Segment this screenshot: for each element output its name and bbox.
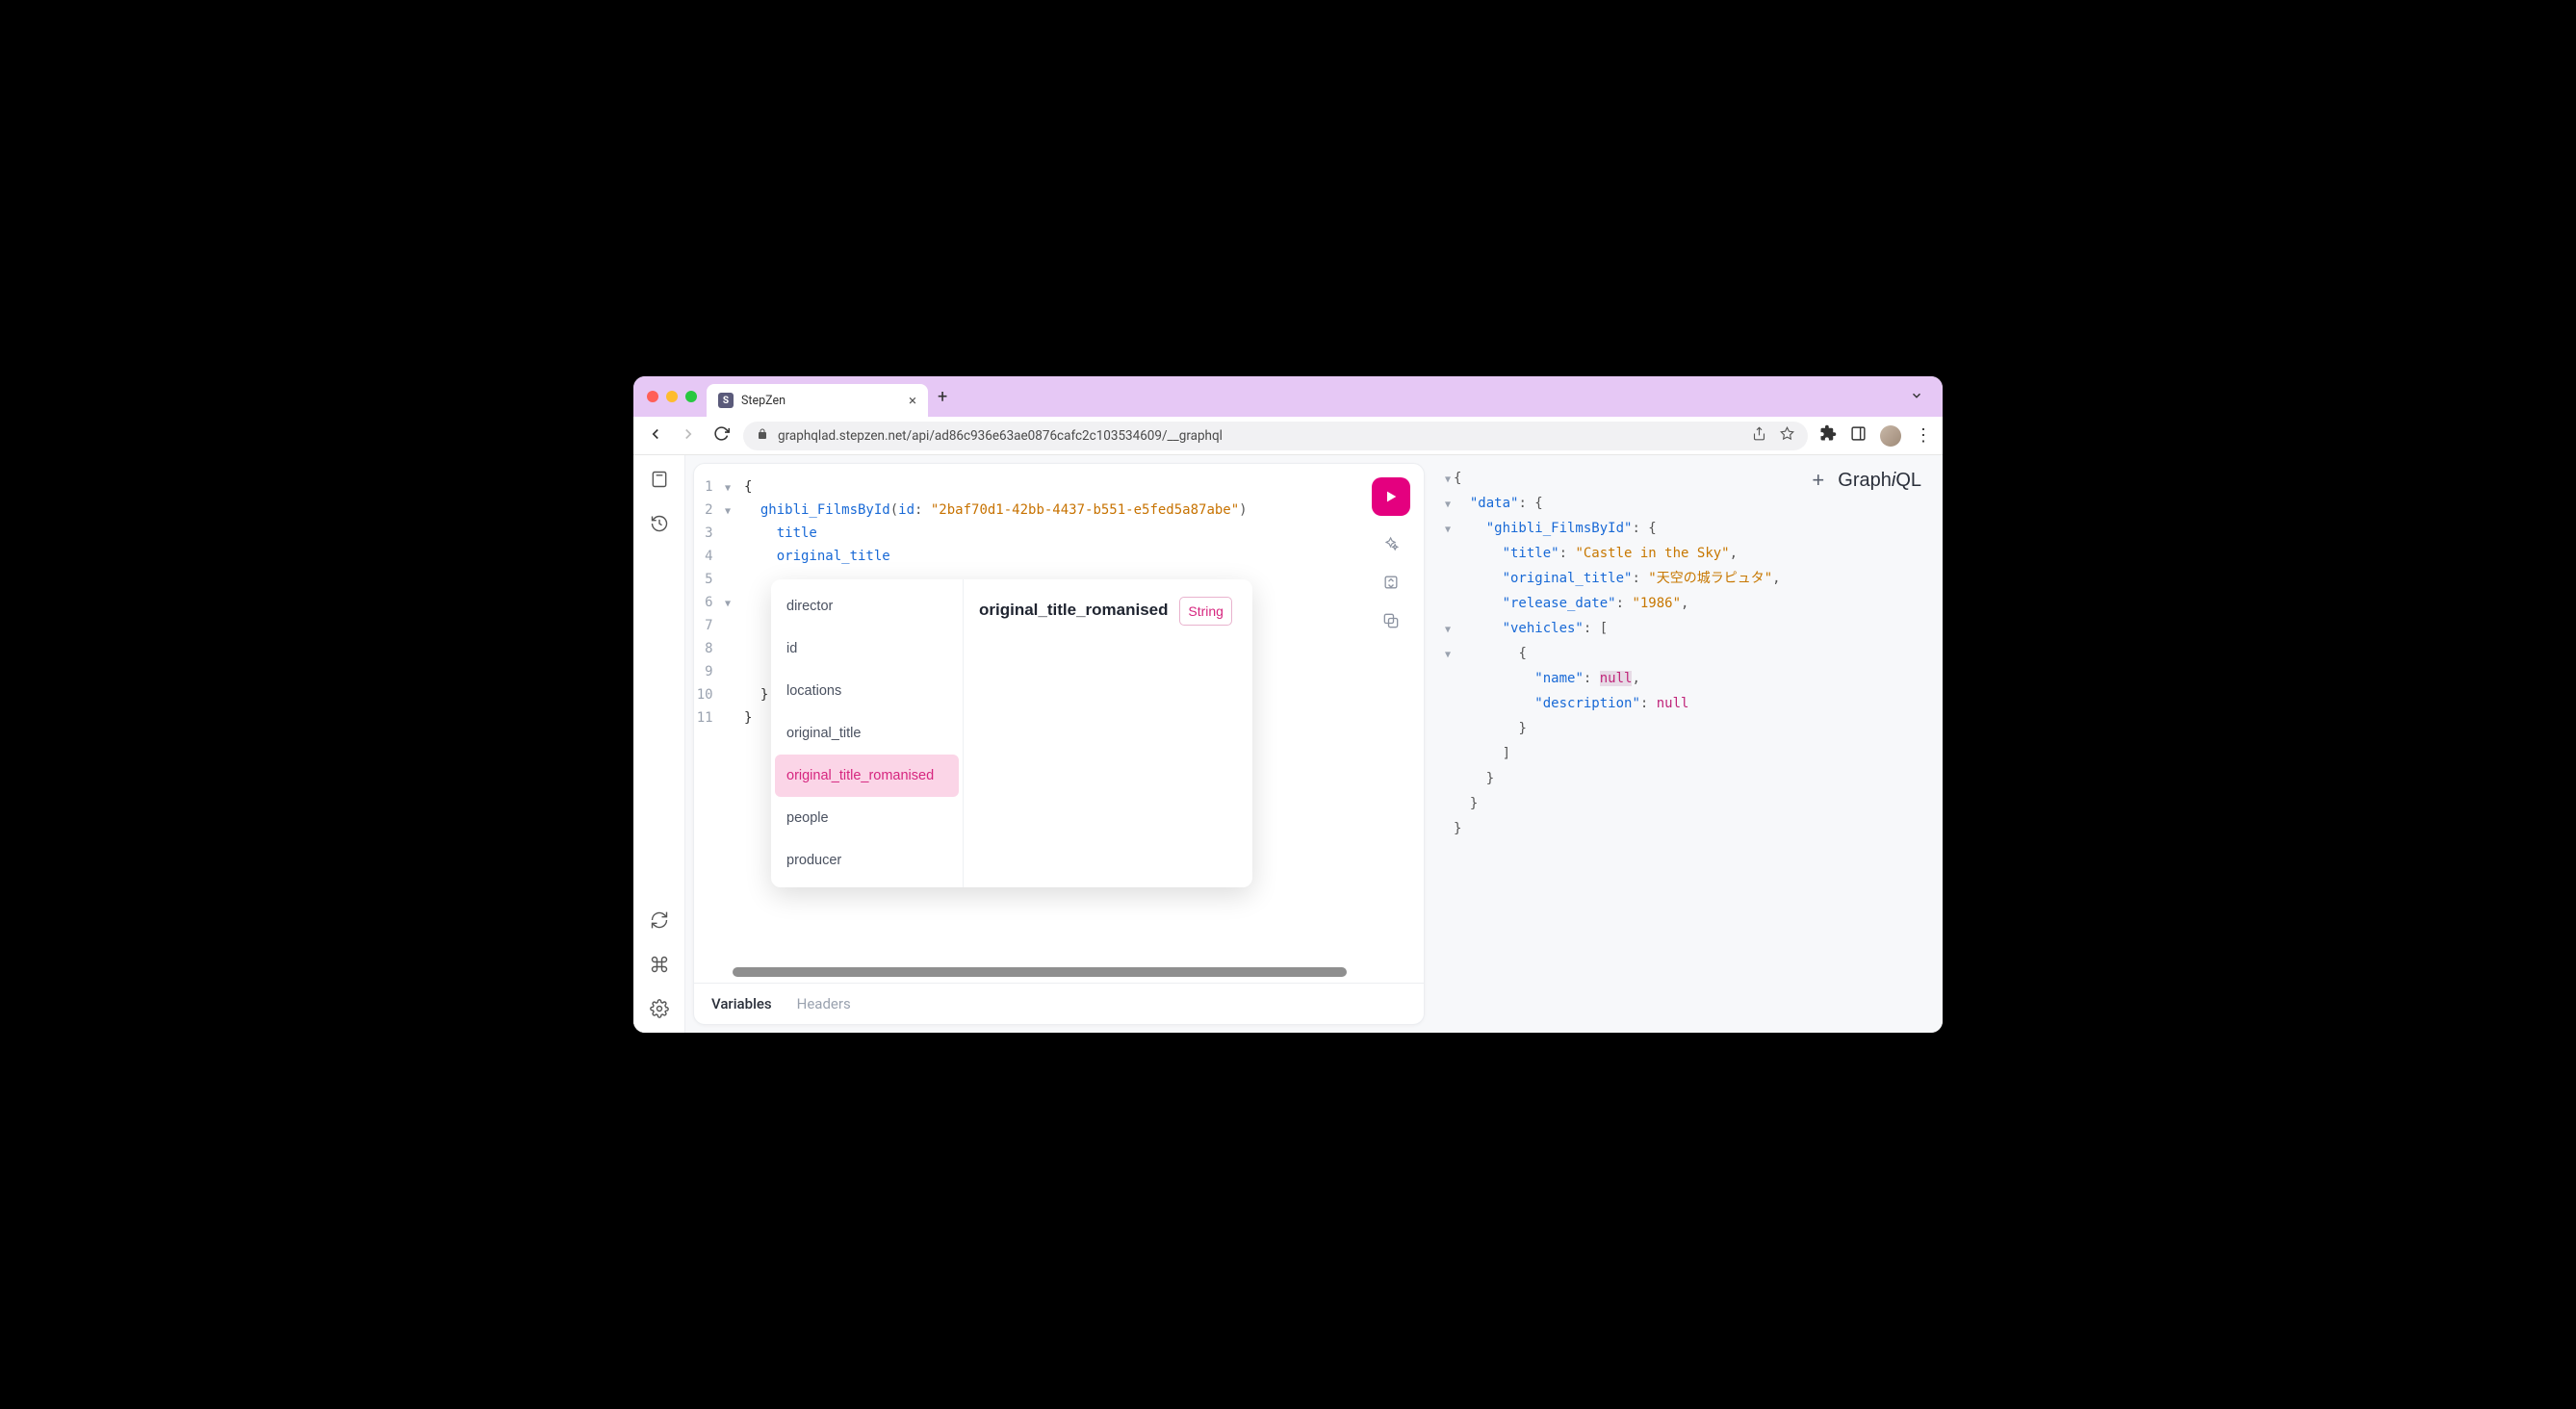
share-icon[interactable] <box>1752 426 1766 445</box>
response-body[interactable]: ▼{ ▼ "data": { ▼ "ghibli_FilmsById": { "… <box>1442 467 1925 842</box>
graphiql-logo: GraphiQL <box>1838 469 1921 492</box>
forward-button[interactable] <box>678 425 699 447</box>
new-tab-button[interactable]: + <box>938 387 947 407</box>
autocomplete-item[interactable]: original_title <box>775 712 959 755</box>
tab-title: StepZen <box>741 394 901 408</box>
autocomplete-detail: original_title_romanised String <box>964 579 1252 887</box>
horizontal-scrollbar[interactable] <box>733 967 1347 977</box>
autocomplete-item[interactable]: producer <box>775 839 959 882</box>
editor-bottom-tabs: Variables Headers <box>694 983 1424 1024</box>
extensions-icon[interactable] <box>1819 424 1837 447</box>
refetch-icon[interactable] <box>649 909 670 931</box>
panel-icon[interactable] <box>1850 425 1867 446</box>
window-titlebar: S StepZen × + <box>633 376 1943 417</box>
add-tab-button[interactable]: + <box>1812 469 1824 492</box>
bookmark-icon[interactable] <box>1780 426 1794 445</box>
maximize-window-button[interactable] <box>685 391 697 402</box>
copy-icon[interactable] <box>1380 610 1402 631</box>
address-bar[interactable]: graphqlad.stepzen.net/api/ad86c936e63ae0… <box>743 422 1808 450</box>
line-gutter: 1 ▼ 2 ▼ 3 4 5 6 ▼ 7 8 9 10 11 <box>694 475 736 961</box>
browser-window: S StepZen × + graphqlad.stepzen.net/api/… <box>633 376 1943 1033</box>
response-header: + GraphiQL <box>1812 469 1921 492</box>
close-window-button[interactable] <box>647 391 658 402</box>
main-area: 1 ▼ 2 ▼ 3 4 5 6 ▼ 7 8 9 10 11 <box>685 455 1943 1033</box>
close-tab-button[interactable]: × <box>909 392 916 409</box>
prettify-icon[interactable] <box>1380 533 1402 554</box>
tab-favicon: S <box>718 393 734 408</box>
graphiql-app: 1 ▼ 2 ▼ 3 4 5 6 ▼ 7 8 9 10 11 <box>633 455 1943 1033</box>
history-icon[interactable] <box>649 513 670 534</box>
autocomplete-item[interactable]: people <box>775 797 959 839</box>
left-sidebar <box>633 455 685 1033</box>
browser-tab[interactable]: S StepZen × <box>707 384 928 417</box>
query-editor-panel: 1 ▼ 2 ▼ 3 4 5 6 ▼ 7 8 9 10 11 <box>693 463 1425 1025</box>
traffic-lights <box>647 391 697 402</box>
merge-icon[interactable] <box>1380 572 1402 593</box>
autocomplete-type-badge: String <box>1179 597 1232 626</box>
profile-avatar[interactable] <box>1880 425 1901 447</box>
docs-icon[interactable] <box>649 469 670 490</box>
autocomplete-popup: director id locations original_title ori… <box>771 579 1252 887</box>
shortcuts-icon[interactable] <box>649 954 670 975</box>
minimize-window-button[interactable] <box>666 391 678 402</box>
query-editor[interactable]: 1 ▼ 2 ▼ 3 4 5 6 ▼ 7 8 9 10 11 <box>694 464 1424 961</box>
response-panel: + GraphiQL ▼{ ▼ "data": { ▼ "ghibli_Film… <box>1425 455 1943 1033</box>
tab-headers[interactable]: Headers <box>797 995 851 1012</box>
back-button[interactable] <box>645 425 666 447</box>
settings-icon[interactable] <box>649 998 670 1019</box>
tabs-overflow-button[interactable] <box>1910 388 1923 406</box>
toolbar: graphqlad.stepzen.net/api/ad86c936e63ae0… <box>633 417 1943 455</box>
autocomplete-item-selected[interactable]: original_title_romanised <box>775 755 959 797</box>
run-query-button[interactable] <box>1372 477 1410 516</box>
autocomplete-item[interactable]: id <box>775 628 959 670</box>
reload-button[interactable] <box>710 425 732 446</box>
url-text: graphqlad.stepzen.net/api/ad86c936e63ae0… <box>778 428 1742 444</box>
autocomplete-detail-title: original_title_romanised <box>979 599 1169 622</box>
autocomplete-item[interactable]: locations <box>775 670 959 712</box>
lock-icon <box>757 428 768 443</box>
autocomplete-list: director id locations original_title ori… <box>771 579 964 887</box>
browser-menu-button[interactable]: ⋮ <box>1915 425 1931 446</box>
tab-variables[interactable]: Variables <box>711 995 772 1012</box>
autocomplete-item[interactable]: director <box>775 585 959 628</box>
editor-tools <box>1372 477 1410 631</box>
